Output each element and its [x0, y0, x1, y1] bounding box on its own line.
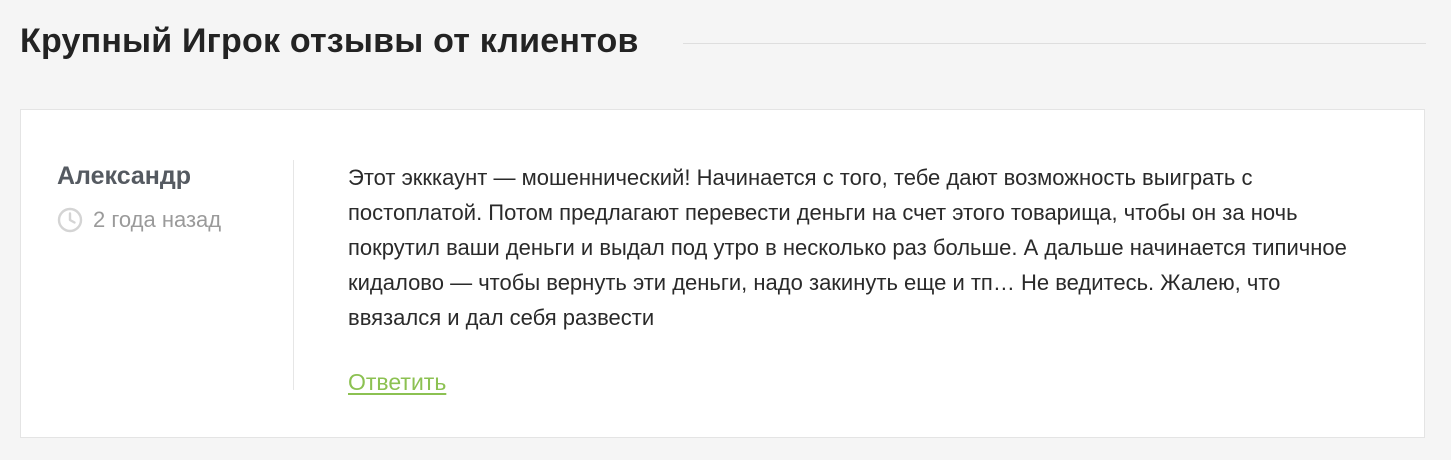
review-date-text: 2 года назад — [93, 207, 222, 232]
section-title: Крупный Игрок отзывы от клиентов — [20, 22, 639, 60]
review-card: Александр 2 года назад Этот экккаунт — м… — [20, 109, 1425, 438]
title-divider — [682, 42, 1426, 44]
section-header: Крупный Игрок отзывы от клиентов — [20, 14, 1426, 68]
reply-link[interactable]: Ответить — [348, 369, 446, 396]
review-author-name: Александр — [57, 162, 192, 190]
column-divider — [293, 160, 294, 390]
review-text: Этот экккаунт — мошеннический! Начинаетс… — [348, 165, 1347, 330]
clock-icon — [57, 207, 83, 233]
review-author-block: Александр 2 года назад — [57, 158, 287, 234]
review-content: Этот экккаунт — мошеннический! Начинаетс… — [348, 160, 1378, 396]
review-date: 2 года назад — [57, 206, 287, 234]
